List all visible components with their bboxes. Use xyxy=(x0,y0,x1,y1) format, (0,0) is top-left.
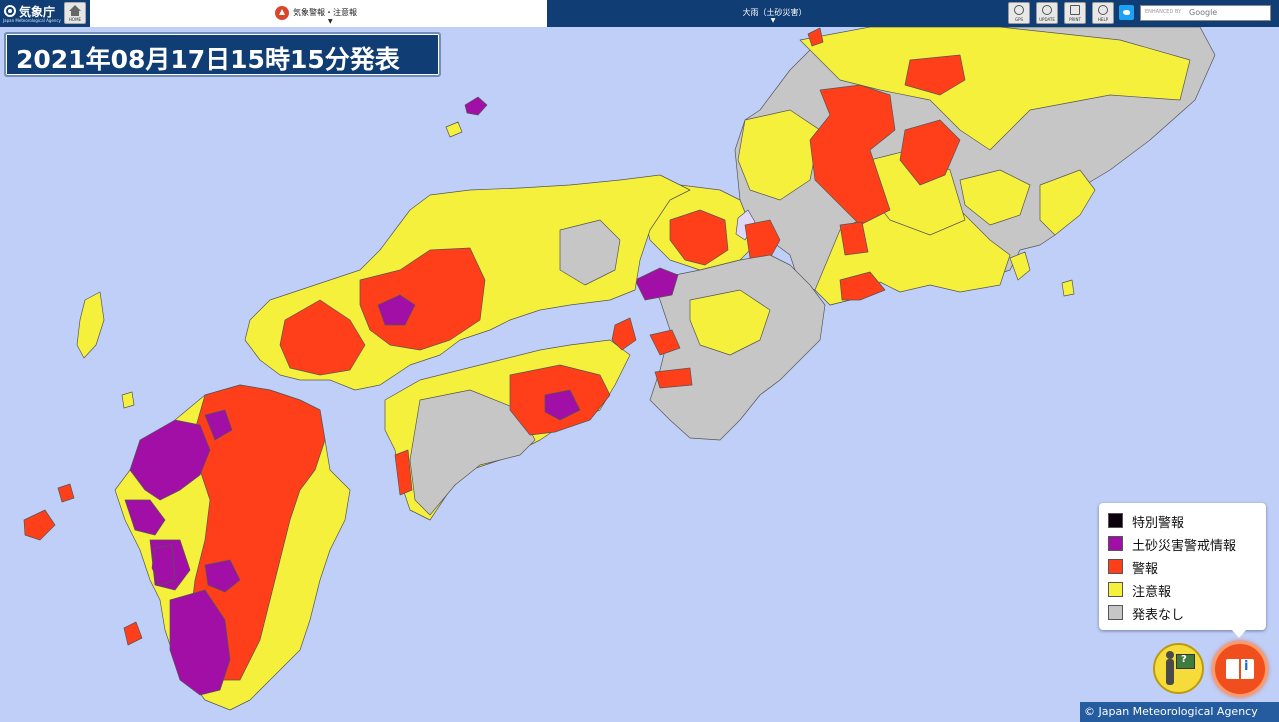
home-button[interactable]: HOME xyxy=(64,2,86,24)
update-label: UPDATE xyxy=(1039,17,1055,22)
legend-toggle-button[interactable]: i xyxy=(1212,641,1268,697)
warning-map[interactable] xyxy=(0,27,1279,722)
legend-label: 注意報 xyxy=(1132,585,1172,600)
issue-datetime: 2021年08月17日15時15分発表 xyxy=(16,45,400,74)
legend-swatch xyxy=(1108,559,1123,574)
copyright-credit[interactable]: © Japan Meteorological Agency xyxy=(1080,702,1279,722)
gps-icon xyxy=(1014,5,1024,15)
google-brand: Google xyxy=(1189,8,1218,17)
gps-button[interactable]: GPS xyxy=(1008,2,1030,24)
element-selector[interactable]: 大雨（土砂災害） ▼ xyxy=(547,0,1002,27)
warning-type-label: 気象警報・注意報 xyxy=(293,8,357,17)
island-chiba-tip[interactable] xyxy=(1061,279,1075,297)
help-label: HELP xyxy=(1097,17,1109,22)
map-legend: 特別警報 土砂災害警戒情報 警報 注意報 発表なし xyxy=(1099,503,1266,638)
update-icon xyxy=(1042,5,1052,15)
legend-swatch xyxy=(1108,536,1123,551)
chevron-down-icon: ▼ xyxy=(328,18,333,25)
home-label: HOME xyxy=(68,17,82,22)
site-search-input[interactable]: ENHANCED BY Google xyxy=(1140,5,1271,21)
gps-label: GPS xyxy=(1014,17,1024,22)
island-oki[interactable] xyxy=(464,96,488,116)
print-label: PRINT xyxy=(1069,17,1081,22)
twitter-icon[interactable] xyxy=(1119,5,1134,20)
help-icon xyxy=(1098,5,1108,15)
person-board-icon xyxy=(1166,651,1174,659)
island-koshiki[interactable] xyxy=(123,621,143,646)
warning-type-selector[interactable]: 気象警報・注意報 ▼ xyxy=(90,0,547,27)
update-button[interactable]: UPDATE xyxy=(1036,2,1058,24)
legend-swatch xyxy=(1108,513,1123,528)
help-button[interactable]: HELP xyxy=(1092,2,1114,24)
agency-logo[interactable]: 気象庁 Japan Meteorological Agency HOME xyxy=(0,0,90,27)
warning-icon xyxy=(275,6,289,20)
island-oki-small[interactable] xyxy=(445,121,463,138)
print-button[interactable]: PRINT xyxy=(1064,2,1086,24)
credit-text: © Japan Meteorological Agency xyxy=(1084,705,1258,718)
legend-swatch xyxy=(1108,605,1123,620)
island-goto-north[interactable] xyxy=(57,483,75,503)
issue-datetime-banner: 2021年08月17日15時15分発表 xyxy=(4,32,441,77)
island-tsushima[interactable] xyxy=(76,291,105,359)
legend-label: 土砂災害警戒情報 xyxy=(1132,539,1237,554)
legend-label: 特別警報 xyxy=(1132,516,1185,531)
jma-logo-icon xyxy=(4,5,16,17)
island-iki[interactable] xyxy=(121,391,135,409)
agency-subtitle: Japan Meteorological Agency xyxy=(3,18,61,23)
print-icon xyxy=(1070,5,1080,15)
region-hyogo-landslide[interactable] xyxy=(634,267,679,301)
search-placeholder: ENHANCED BY xyxy=(1145,9,1182,15)
chevron-down-icon: ▼ xyxy=(770,17,776,24)
island-goto[interactable] xyxy=(23,509,56,541)
legend-label: 発表なし xyxy=(1132,608,1185,623)
top-bar: 気象庁 Japan Meteorological Agency HOME 気象警… xyxy=(0,0,1279,27)
usage-guide-button[interactable]: ? xyxy=(1153,643,1204,694)
legend-swatch xyxy=(1108,582,1123,597)
legend-label: 警報 xyxy=(1132,562,1159,577)
